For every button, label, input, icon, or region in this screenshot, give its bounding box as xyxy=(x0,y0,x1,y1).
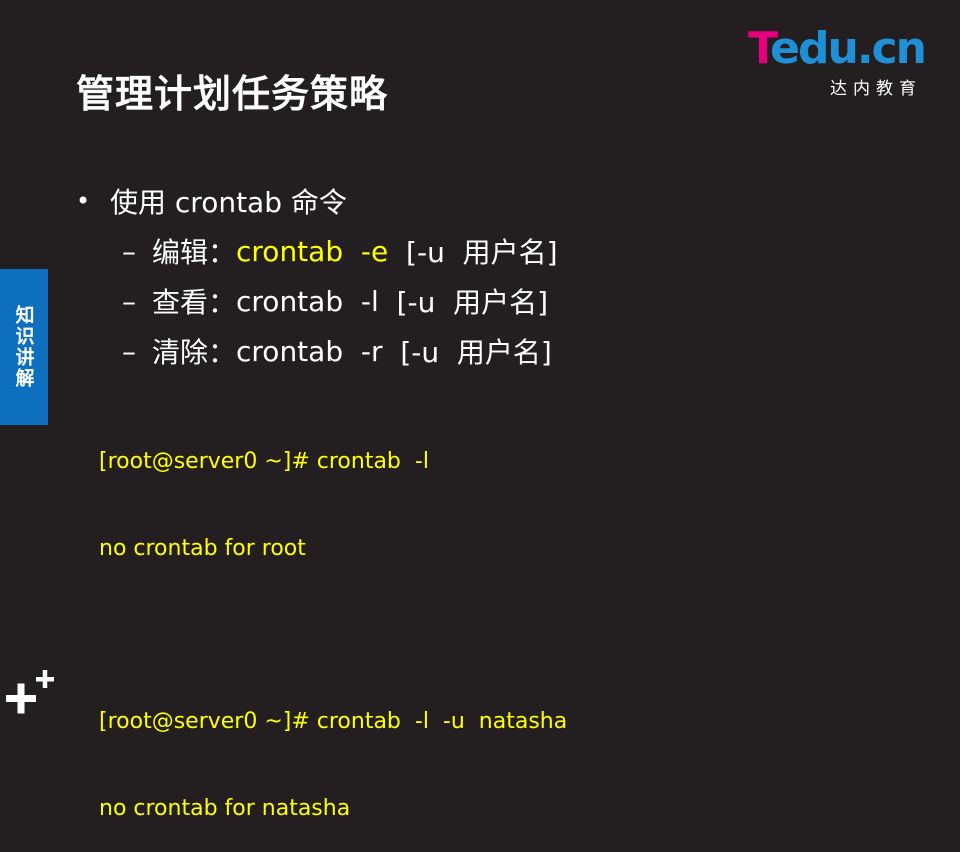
logo-brand-first: T xyxy=(748,23,772,74)
logo-brand-rest: edu.cn xyxy=(770,23,927,74)
bullet-item: • 使用 crontab 命令 xyxy=(76,176,558,226)
slide-title: 管理计划任务策略 xyxy=(76,72,389,116)
sub-item-args: [-u 用户名] xyxy=(378,286,549,319)
terminal-spacer xyxy=(99,621,567,649)
terminal-example: [root@server0 ~]# crontab -l no crontab … xyxy=(99,389,567,852)
section-tab-label: 知识讲解 xyxy=(12,305,35,389)
sub-item-edit: – 编辑： crontab -e [-u 用户名] xyxy=(122,226,558,276)
sub-item-command: crontab -l xyxy=(236,284,379,318)
sub-item-args: [-u 用户名] xyxy=(388,236,558,269)
sub-item-label: 编辑： xyxy=(152,236,237,269)
terminal-line: [root@server0 ~]# crontab -l -u natasha xyxy=(99,709,568,734)
section-tab: 知识讲解 xyxy=(0,269,48,425)
sub-item-label: 清除： xyxy=(152,336,237,369)
sub-item-args: [-u 用户名] xyxy=(382,336,552,369)
sub-item-label: 查看： xyxy=(152,286,237,319)
terminal-line: no crontab for root xyxy=(99,536,306,561)
sub-item-command: crontab -r xyxy=(236,334,383,368)
plus-plus-icon xyxy=(6,670,54,714)
sub-item-dash: – xyxy=(122,334,136,368)
terminal-line: no crontab for natasha xyxy=(99,796,351,821)
sub-item-view: – 查看： crontab -l [-u 用户名] xyxy=(122,276,558,326)
logo-wordmark: Tedu.cn xyxy=(748,24,938,74)
terminal-line: [root@server0 ~]# crontab -l xyxy=(99,449,429,474)
bullet-list: • 使用 crontab 命令 – 编辑： crontab -e [-u 用户名… xyxy=(76,176,558,376)
tedu-logo: Tedu.cn 达内教育 xyxy=(748,24,938,104)
sub-item-dash: – xyxy=(122,234,136,268)
sub-item-clear: – 清除： crontab -r [-u 用户名] xyxy=(122,326,558,376)
logo-subtitle: 达内教育 xyxy=(830,79,922,99)
sub-item-command: crontab -e xyxy=(236,234,389,268)
sub-item-dash: – xyxy=(122,284,136,318)
bullet-text: 使用 crontab 命令 xyxy=(110,186,347,219)
bullet-marker: • xyxy=(76,187,91,215)
